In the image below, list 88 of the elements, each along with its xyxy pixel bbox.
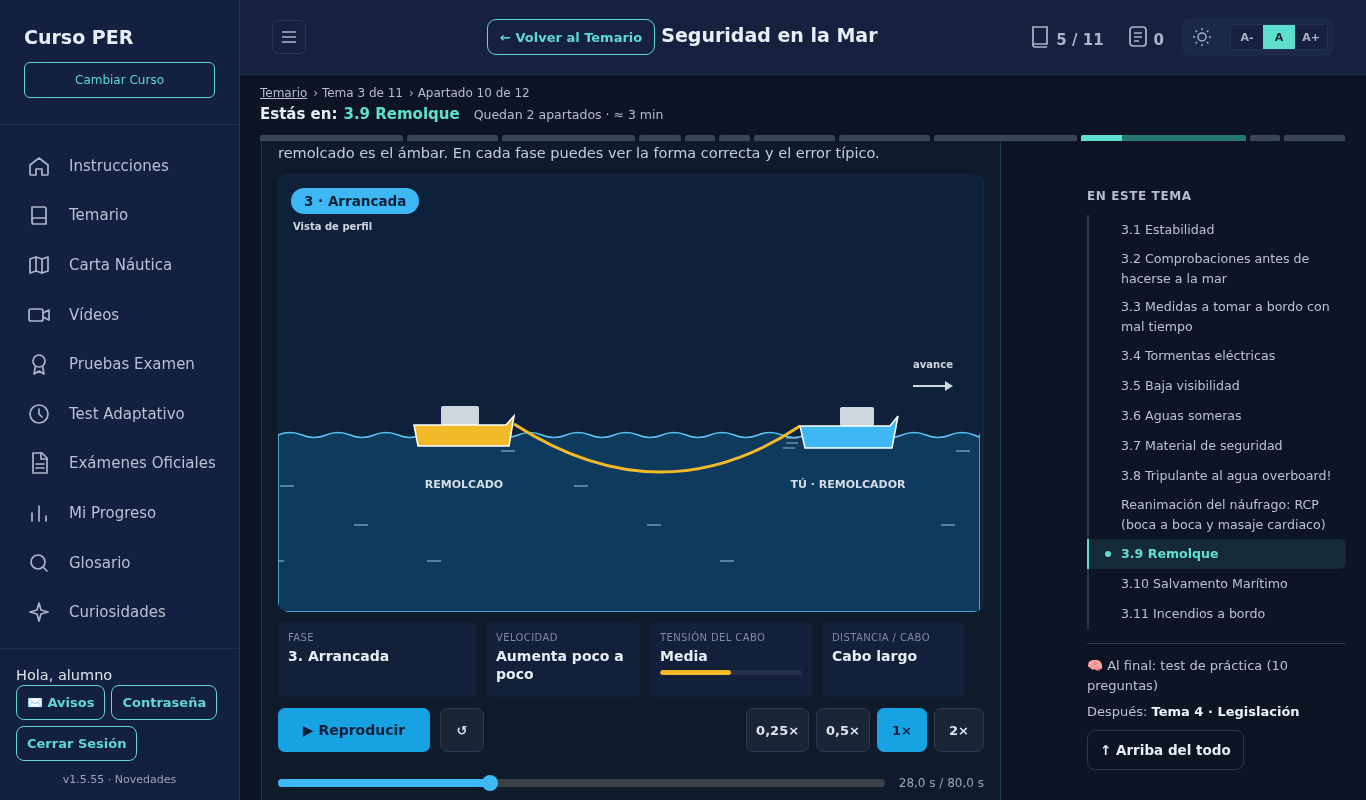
intro-text: remolcado es el ámbar. En cada fase puedes ver la forma correcta y el error típico. [278, 145, 881, 161]
wave-mark [278, 560, 285, 562]
version-link[interactable]: v1.5.55 · Novedades [16, 773, 223, 786]
wave-mark [353, 524, 369, 526]
nav-item[interactable]: Test Adaptativo [0, 388, 239, 439]
clock-icon [27, 401, 51, 426]
play-button[interactable]: ▶ Reproducir [278, 708, 430, 752]
toc-item[interactable]: 3.4 Tormentas eléctricas [1087, 341, 1346, 371]
wave-mark [426, 560, 442, 562]
wave-mark [646, 524, 662, 526]
account-button[interactable]: Contraseña [111, 685, 218, 720]
wave-mark [940, 524, 956, 526]
speed-button[interactable]: 2× [934, 708, 984, 752]
wave-mark [500, 450, 516, 452]
nav-item[interactable]: Curiosidades [0, 587, 239, 637]
topics-count: 5 / 11 [1056, 31, 1104, 49]
reset-button[interactable]: ↺ [440, 708, 484, 752]
breadcrumb-text: › Tema 3 de 11 [313, 86, 403, 100]
nav-item[interactable]: Exámenes Oficiales [0, 438, 239, 489]
stat-label: FASE [288, 632, 315, 643]
next-topic-text: Después: Tema 4 · Legislación [1087, 703, 1301, 721]
stat-label: TENSIÓN DEL CABO [660, 632, 767, 643]
menu-icon [281, 31, 297, 43]
nav-item[interactable]: Carta Náutica [0, 240, 239, 290]
greeting-text: Hola, alumno [16, 667, 114, 683]
toc-item[interactable]: 3.8 Tripulante al agua overboard! [1087, 461, 1346, 491]
account-button[interactable]: Cerrar Sesión [16, 726, 138, 761]
location-label: Estás en: [260, 105, 338, 123]
font-size-button[interactable]: A- [1231, 25, 1263, 49]
wave-mark [573, 485, 589, 487]
slider-thumb[interactable] [482, 775, 499, 791]
toc-item[interactable]: 3.6 Aguas someras [1087, 401, 1346, 431]
sun-icon[interactable] [1192, 27, 1212, 47]
current-dot-icon [1105, 551, 1111, 557]
back-button[interactable]: ← Volver al Temario [487, 19, 656, 55]
stat-value: Media [660, 647, 709, 666]
stat-label: VELOCIDAD [496, 632, 559, 643]
nav-item[interactable]: Pruebas Examen [0, 339, 239, 389]
toc-item[interactable]: 3.9 Remolque [1087, 539, 1346, 569]
current-section: 3.9 Remolque [343, 105, 460, 123]
phase-badge: 3 · Arrancada [291, 188, 420, 214]
stat-value: 3. Arrancada [288, 647, 391, 666]
speed-button[interactable]: 0,25× [746, 708, 810, 752]
toc-item[interactable]: 3.10 Salvamento Marítimo [1087, 569, 1346, 599]
toc-item[interactable]: 3.11 Incendios a bordo [1087, 599, 1346, 629]
page-title: Seguridad en la Mar [661, 24, 878, 46]
final-note: 🧠 Al final: test de práctica (10 preguntas) [1087, 657, 1290, 695]
map-icon [27, 253, 51, 277]
direction-label: avance [913, 359, 953, 370]
toc-item[interactable]: 3.3 Medidas a tomar a bordo con mal tiempo [1087, 293, 1346, 341]
view-label: Vista de perfil [293, 221, 373, 232]
wave-mark [279, 485, 295, 487]
wave-mark [955, 450, 971, 452]
font-size-button[interactable]: A [1263, 25, 1295, 49]
book-icon [1030, 25, 1051, 49]
time-reading: 28,0 s / 80,0 s [898, 776, 984, 790]
breadcrumb-link[interactable]: Temario [260, 86, 308, 100]
toc-item[interactable]: 3.1 Estabilidad [1087, 215, 1346, 245]
change-course-button[interactable]: Cambiar Curso [24, 62, 215, 98]
stat-label: DISTANCIA / CABO [832, 632, 931, 643]
course-title: Curso PER [24, 26, 135, 48]
tug-label: TÚ · REMOLCADOR [790, 478, 906, 491]
menu-button[interactable] [272, 20, 306, 54]
direction-arrow [912, 381, 953, 391]
sparkle-icon [27, 600, 51, 625]
speed-button[interactable]: 0,5× [816, 708, 870, 752]
stat-value: Aumenta poco a poco [496, 647, 625, 684]
breadcrumb-text: › Apartado 10 de 12 [409, 86, 530, 100]
toc-item[interactable]: 3.7 Material de seguridad [1087, 431, 1346, 461]
account-button[interactable]: ✉ Avisos [16, 685, 106, 720]
speed-button[interactable]: 1× [877, 708, 927, 752]
nav-item[interactable]: Temario [0, 190, 239, 241]
toc-item[interactable]: 3.2 Comprobaciones antes de hacerse a la mar [1087, 245, 1346, 293]
toc-heading: EN ESTE TEMA [1087, 189, 1193, 203]
list-icon [1127, 25, 1148, 49]
nav-item[interactable]: Mi Progreso [0, 488, 239, 538]
stat-value: Cabo largo [832, 647, 919, 666]
nav-item[interactable]: Instrucciones [0, 141, 239, 191]
back-to-top-button[interactable]: ↑ Arriba del todo [1087, 730, 1244, 770]
nav-item[interactable]: Vídeos [0, 289, 239, 340]
notes-count: 0 [1153, 31, 1164, 49]
toc-item[interactable]: Reanimación del náufrago: RCP (boca a boca y masaje cardiaco) [1087, 491, 1346, 539]
towed-label: REMOLCADO [424, 478, 504, 491]
remaining-text: Quedan 2 apartados · ≈ 3 min [473, 107, 664, 122]
wave-mark [719, 560, 735, 562]
font-size-button[interactable]: A+ [1295, 25, 1327, 49]
nav-item[interactable]: Glosario [0, 537, 239, 588]
toc-item[interactable]: 3.5 Baja visibilidad [1087, 371, 1346, 401]
